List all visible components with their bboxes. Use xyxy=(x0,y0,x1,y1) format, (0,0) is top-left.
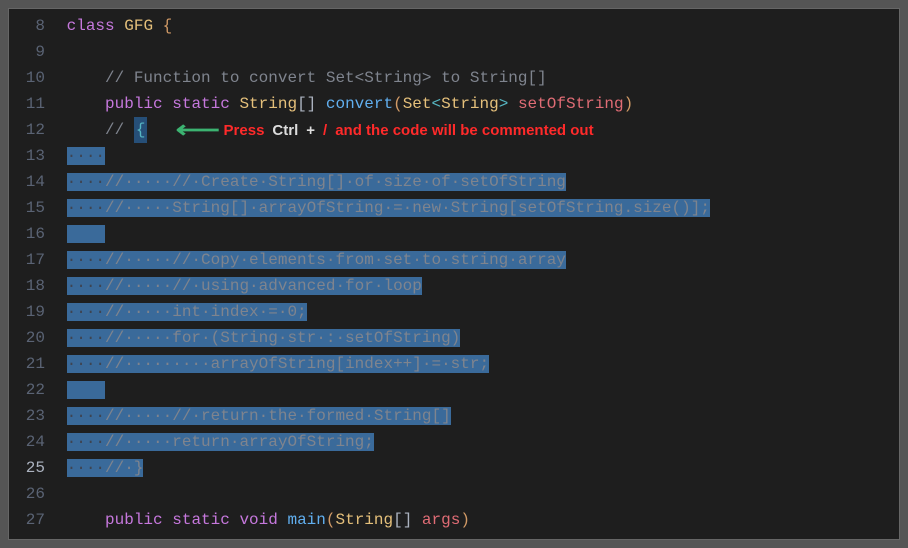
code-line[interactable]: ····//·····//·using·advanced·for·loop xyxy=(57,273,899,299)
token-var: args xyxy=(422,511,460,529)
line-number: 17 xyxy=(9,247,57,273)
token-ws: ···· xyxy=(67,277,105,295)
token-type: Set xyxy=(403,95,432,113)
token-brace: { xyxy=(163,17,173,35)
code-line[interactable]: ····//·····for·(String·str·:·setOfString… xyxy=(57,325,899,351)
token-ws: ···· xyxy=(67,407,105,425)
token-ws: ···· xyxy=(67,147,105,165)
line-number: 24 xyxy=(9,429,57,455)
arrow-left-icon: ⟵ xyxy=(176,117,220,143)
token-keyword: static xyxy=(172,95,230,113)
code-line[interactable]: public static String[] convert(Set<Strin… xyxy=(57,91,899,117)
token-ws: ···· xyxy=(67,303,105,321)
token-function: convert xyxy=(326,95,393,113)
line-number: 22 xyxy=(9,377,57,403)
token-var: setOfString xyxy=(518,95,624,113)
token-ws: ···· xyxy=(67,199,105,217)
line-number: 14 xyxy=(9,169,57,195)
token-ws: ···· xyxy=(67,459,105,477)
code-line[interactable]: public static void main(String[] args) xyxy=(57,507,899,533)
token-brace: ) xyxy=(624,95,634,113)
token-ws xyxy=(67,225,105,243)
token-comment: //·····return·arrayOfString; xyxy=(105,433,374,451)
line-number: 25 xyxy=(9,455,57,481)
line-number: 26 xyxy=(9,481,57,507)
code-line[interactable]: // Function to convert Set<String> to St… xyxy=(57,65,899,91)
token-comment: //·} xyxy=(105,459,143,477)
code-line[interactable]: class GFG { xyxy=(57,13,899,39)
line-number: 11 xyxy=(9,91,57,117)
token-type: GFG xyxy=(124,17,153,35)
token-op: < xyxy=(432,95,442,113)
annotation-text: + xyxy=(306,122,315,139)
token-ws: ···· xyxy=(67,329,105,347)
code-area[interactable]: ⟵ Press Ctrl + / and the code will be co… xyxy=(57,9,899,539)
line-number: 12 xyxy=(9,117,57,143)
token-ws: ···· xyxy=(67,355,105,373)
code-line[interactable] xyxy=(57,377,899,403)
token-ws xyxy=(67,381,105,399)
line-number: 10 xyxy=(9,65,57,91)
annotation-text: / xyxy=(323,122,327,139)
token-brace: ( xyxy=(393,95,403,113)
code-line[interactable]: ····//·····String[]·arrayOfString·=·new·… xyxy=(57,195,899,221)
token-op: > xyxy=(499,95,509,113)
token-punct: [] xyxy=(393,511,412,529)
token-keyword: static xyxy=(172,511,230,529)
token-function: main xyxy=(287,511,325,529)
token-punct: [] xyxy=(297,95,316,113)
line-number: 13 xyxy=(9,143,57,169)
token-ws: ···· xyxy=(67,251,105,269)
token-type: String xyxy=(441,95,499,113)
token-brace: { xyxy=(136,121,146,139)
code-line[interactable]: ····//·········arrayOfString[index++]·=·… xyxy=(57,351,899,377)
token-comment: //·····//·Create·String[]·of·size·of·set… xyxy=(105,173,566,191)
code-line[interactable]: ···· xyxy=(57,143,899,169)
token-type: String xyxy=(239,95,297,113)
code-line[interactable] xyxy=(57,39,899,65)
token-comment: // Function to convert Set<String> to St… xyxy=(105,69,547,87)
token-keyword: public xyxy=(105,511,163,529)
line-number: 16 xyxy=(9,221,57,247)
annotation-text: and the code will be commented out xyxy=(335,122,593,139)
annotation-callout: ⟵ Press Ctrl + / and the code will be co… xyxy=(182,117,594,143)
token-comment: // xyxy=(105,121,134,139)
code-line[interactable]: ····//·} xyxy=(57,455,899,481)
token-type: String xyxy=(335,511,393,529)
code-line[interactable]: ····//·····return·arrayOfString; xyxy=(57,429,899,455)
token-comment: //·····for·(String·str·:·setOfString) xyxy=(105,329,460,347)
token-keyword: public xyxy=(105,95,163,113)
code-editor[interactable]: 8 9 10 11 12 13 14 15 16 17 18 19 20 21 … xyxy=(8,8,900,540)
line-number: 19 xyxy=(9,299,57,325)
token-comment: //·····String[]·arrayOfString·=·new·Stri… xyxy=(105,199,710,217)
line-number: 15 xyxy=(9,195,57,221)
code-line[interactable]: ····//·····//·return·the·formed·String[] xyxy=(57,403,899,429)
line-number: 27 xyxy=(9,507,57,533)
token-comment: //·····int·index·=·0; xyxy=(105,303,307,321)
line-number: 23 xyxy=(9,403,57,429)
code-line[interactable] xyxy=(57,221,899,247)
token-keyword: void xyxy=(239,511,277,529)
token-comment: //·········arrayOfString[index++]·=·str; xyxy=(105,355,489,373)
annotation-text: Press xyxy=(224,122,265,139)
token-brace: ) xyxy=(460,511,470,529)
code-line[interactable]: ····//·····int·index·=·0; xyxy=(57,299,899,325)
line-number: 20 xyxy=(9,325,57,351)
token-ws: ···· xyxy=(67,173,105,191)
token-comment: //·····//·Copy·elements·from·set·to·stri… xyxy=(105,251,566,269)
token-comment: //·····//·using·advanced·for·loop xyxy=(105,277,422,295)
line-number: 18 xyxy=(9,273,57,299)
line-number-gutter: 8 9 10 11 12 13 14 15 16 17 18 19 20 21 … xyxy=(9,9,57,539)
code-line[interactable] xyxy=(57,481,899,507)
code-line[interactable]: ····//·····//·Create·String[]·of·size·of… xyxy=(57,169,899,195)
line-number: 9 xyxy=(9,39,57,65)
token-ws: ···· xyxy=(67,433,105,451)
cursor-box: { xyxy=(134,117,148,143)
line-number: 21 xyxy=(9,351,57,377)
line-number: 8 xyxy=(9,13,57,39)
token-comment: //·····//·return·the·formed·String[] xyxy=(105,407,451,425)
code-line[interactable]: ····//·····//·Copy·elements·from·set·to·… xyxy=(57,247,899,273)
annotation-text: Ctrl xyxy=(272,122,298,139)
token-keyword: class xyxy=(67,17,115,35)
